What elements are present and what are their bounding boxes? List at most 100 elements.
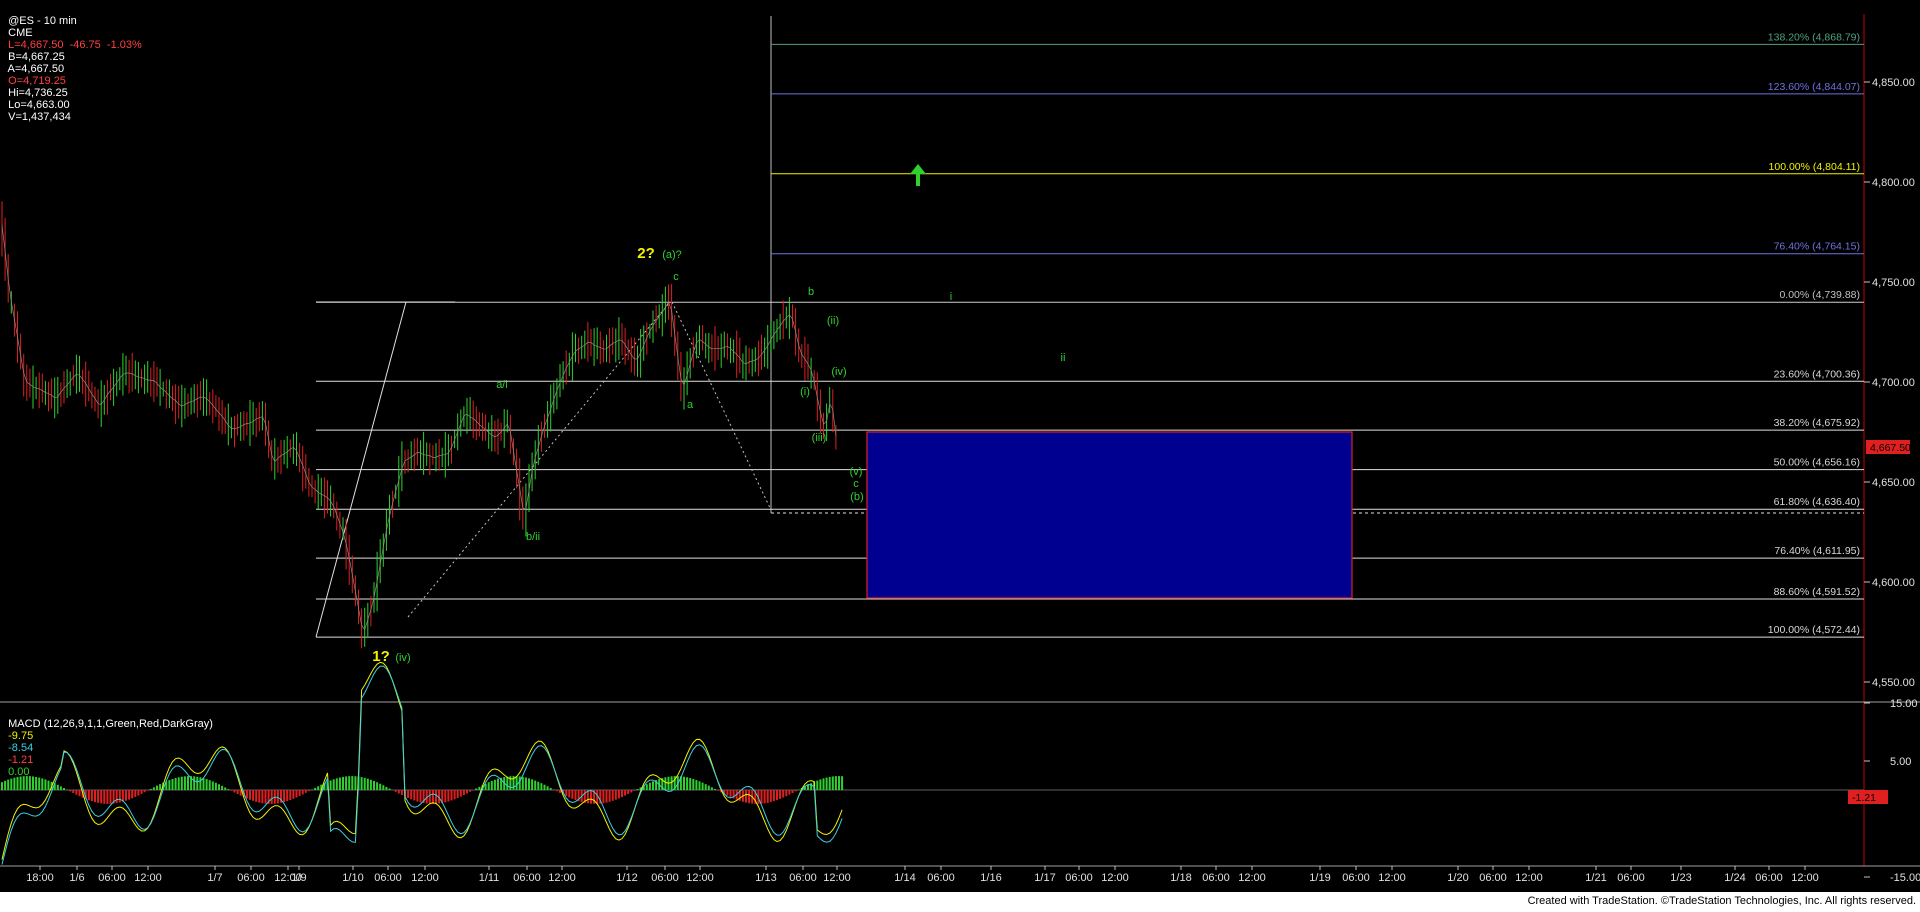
wave-label: c	[673, 271, 679, 283]
fib-level-label: 100.00% (4,804.11)	[1769, 161, 1860, 173]
wave-label: 1?	[372, 648, 390, 665]
price-tick-label: 4,650.00	[1872, 477, 1915, 489]
wave-label: i	[950, 291, 952, 303]
time-tick-label: 12:00	[134, 872, 162, 884]
time-tick-label: 1/10	[342, 872, 363, 884]
wave-label: b/ii	[526, 531, 540, 543]
time-tick-label: 1/18	[1170, 872, 1191, 884]
time-tick-label: 1/7	[207, 872, 222, 884]
wave-label: (a)?	[662, 249, 682, 261]
time-tick-label: 06:00	[1755, 872, 1783, 884]
wave-label: (iii)	[812, 432, 827, 444]
time-tick-label: 06:00	[374, 872, 402, 884]
wave-label: (iv)	[831, 366, 846, 378]
price-tick-label: 4,700.00	[1872, 377, 1915, 389]
wave-label: (b)	[850, 491, 863, 503]
time-tick-label: 06:00	[98, 872, 126, 884]
wave-label: (i)	[800, 386, 810, 398]
time-tick-label: 06:00	[513, 872, 541, 884]
time-tick-label: 06:00	[651, 872, 679, 884]
price-tick-label: 4,850.00	[1872, 77, 1915, 89]
wave-label: a/i	[496, 379, 508, 391]
fib-level-label: 50.00% (4,656.16)	[1774, 457, 1860, 469]
time-tick-label: 12:00	[411, 872, 439, 884]
wave-label: c	[853, 478, 859, 490]
low-value: Lo=4,663.00	[8, 99, 70, 111]
time-tick-label: 12:00	[548, 872, 576, 884]
macd-tick-label: 5.00	[1890, 756, 1911, 768]
time-tick-label: 06:00	[1342, 872, 1370, 884]
price-chart[interactable]: 138.20% (4,868.79) 123.60% (4,844.07) 100.…	[0, 0, 1920, 912]
time-tick-label: 1/11	[479, 872, 500, 884]
macd-tick-label: -15.00	[1890, 872, 1920, 884]
exchange-label: CME	[8, 27, 33, 39]
time-tick-label: 1/13	[755, 872, 776, 884]
time-tick-label: 18:00	[26, 872, 54, 884]
ask-value: A=4,667.50	[7, 63, 65, 75]
time-tick-label: 06:00	[1479, 872, 1507, 884]
price-tick-label: 4,550.00	[1872, 677, 1915, 689]
macd-diff-value: -1.21	[8, 754, 34, 766]
time-tick-label: 1/9	[291, 872, 306, 884]
header-bar: @ES - 10 min CME L=4,667.50 -46.75 -1.03…	[2, 3, 142, 123]
wave-label: (v)	[850, 466, 863, 478]
time-tick-label: 1/24	[1724, 872, 1745, 884]
macd-title[interactable]: MACD (12,26,9,1,1,Green,Red,DarkGray)	[8, 718, 213, 730]
time-tick-label: 06:00	[927, 872, 955, 884]
time-tick-label: 1/14	[894, 872, 915, 884]
time-tick-label: 06:00	[789, 872, 817, 884]
wave-label: 2?	[637, 245, 655, 262]
macd-zero-value: 0.00	[8, 766, 30, 778]
wave-label: (ii)	[827, 315, 839, 327]
time-tick-label: 06:00	[237, 872, 265, 884]
macd-header: MACD (12,26,9,1,1,Green,Red,DarkGray) -9…	[2, 706, 213, 778]
time-tick-label: 12:00	[823, 872, 851, 884]
footer-credit: Created with TradeStation. ©TradeStation…	[1527, 895, 1916, 907]
fib-level-label: 138.20% (4,868.79)	[1768, 31, 1860, 43]
time-tick-label: 12:00	[1238, 872, 1266, 884]
fib-level-label: 23.60% (4,700.36)	[1774, 368, 1860, 380]
wave-label: (iv)	[395, 652, 410, 664]
wave-label: b	[808, 286, 814, 298]
time-tick-label: 12:00	[686, 872, 714, 884]
high-value: Hi=4,736.25	[8, 87, 68, 99]
time-tick-label: 06:00	[1202, 872, 1230, 884]
price-tick-label: 4,600.00	[1872, 577, 1915, 589]
time-tick-label: 1/19	[1309, 872, 1330, 884]
macd-value: -9.75	[8, 730, 34, 742]
fib-level-label: 38.20% (4,675.92)	[1774, 417, 1860, 429]
price-tick-label: 4,750.00	[1872, 277, 1915, 289]
fib-level-label: 76.40% (4,611.95)	[1774, 545, 1860, 557]
open-value: O=4,719.25	[8, 75, 66, 87]
target-zone-box	[866, 431, 1353, 599]
fib-level-label: 76.40% (4,764.15)	[1774, 241, 1860, 253]
fib-level-label: 88.60% (4,591.52)	[1774, 586, 1860, 598]
footer-bar: Created with TradeStation. ©TradeStation…	[0, 892, 1920, 912]
time-tick-label: 1/17	[1034, 872, 1055, 884]
last-quote: L=4,667.50 -46.75 -1.03%	[8, 39, 142, 51]
wave-label: a	[687, 399, 694, 411]
last-price-label: 4,667.50	[1870, 442, 1911, 454]
time-tick-label: 12:00	[1101, 872, 1129, 884]
macd-tick-label: 15.00	[1890, 698, 1918, 710]
time-tick-label: 06:00	[1617, 872, 1645, 884]
bid-value: B=4,667.25	[8, 51, 65, 63]
macd-avg-value: -8.54	[8, 742, 34, 754]
fib-level-label: 61.80% (4,636.40)	[1774, 496, 1860, 508]
time-tick-label: 1/12	[616, 872, 637, 884]
time-tick-label: 1/21	[1585, 872, 1606, 884]
time-tick-label: 06:00	[1065, 872, 1093, 884]
time-tick-label: 1/23	[1670, 872, 1691, 884]
time-tick-label: 1/6	[69, 872, 84, 884]
volume-value: V=1,437,434	[8, 111, 71, 123]
time-tick-label: 12:00	[1378, 872, 1406, 884]
time-tick-label: 1/20	[1447, 872, 1468, 884]
time-tick-label: 12:00	[1515, 872, 1543, 884]
target-zone-layer	[866, 431, 1353, 599]
time-tick-label: 12:00	[1791, 872, 1819, 884]
time-tick-label: 1/16	[980, 872, 1001, 884]
wave-label: ii	[1061, 352, 1066, 364]
price-tick-label: 4,800.00	[1872, 177, 1915, 189]
symbol-label[interactable]: @ES - 10 min	[8, 15, 77, 27]
macd-last-label: -1.21	[1852, 792, 1876, 804]
